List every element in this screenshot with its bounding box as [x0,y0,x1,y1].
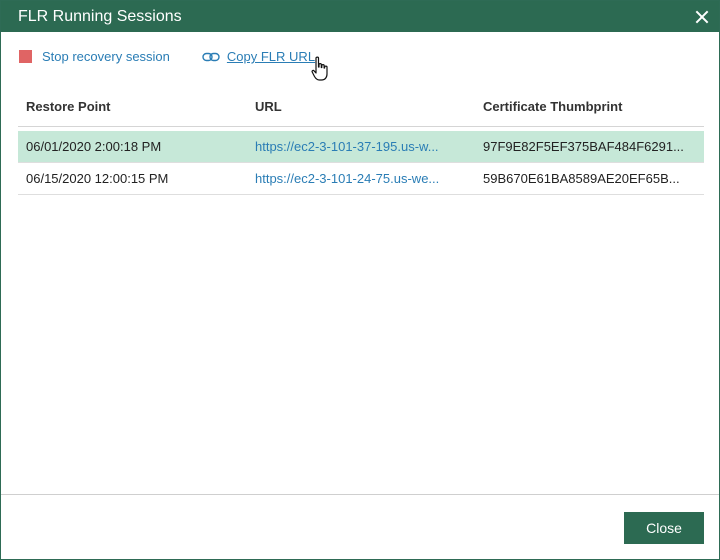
column-header-certificate-thumbprint[interactable]: Certificate Thumbprint [475,99,704,114]
stop-recovery-session-label: Stop recovery session [42,49,170,64]
column-header-url[interactable]: URL [247,99,475,114]
dialog-footer: Close [1,494,719,559]
restore-point-cell: 06/01/2020 2:00:18 PM [26,139,162,154]
copy-flr-url-label: Copy FLR URL [226,49,316,64]
sessions-table: Restore Point URL Certificate Thumbprint… [18,95,704,195]
stop-recovery-session-button[interactable]: Stop recovery session [19,49,170,64]
url-cell[interactable]: https://ec2-3-101-24-75.us-we... [247,171,475,186]
title-bar: FLR Running Sessions [1,1,719,32]
toolbar: Stop recovery session Copy FLR URL [19,49,315,64]
copy-flr-url-button[interactable]: Copy FLR URL [202,49,315,64]
column-header-restore-point[interactable]: Restore Point [18,99,247,114]
thumbprint-cell: 97F9E82F5EF375BAF484F6291... [483,139,684,154]
url-cell[interactable]: https://ec2-3-101-37-195.us-w... [247,139,475,154]
table-header: Restore Point URL Certificate Thumbprint [18,95,704,117]
link-icon [202,52,220,61]
close-icon[interactable] [695,10,709,24]
stop-icon [19,50,32,63]
dialog-title: FLR Running Sessions [18,7,182,25]
table-row[interactable]: 06/15/2020 12:00:15 PM https://ec2-3-101… [18,163,704,195]
close-button[interactable]: Close [624,512,704,544]
restore-point-cell: 06/15/2020 12:00:15 PM [26,171,169,186]
header-divider [18,126,704,127]
hand-cursor-icon [311,56,328,81]
thumbprint-cell: 59B670E61BA8589AE20EF65B... [483,171,680,186]
flr-sessions-dialog: FLR Running Sessions Stop recovery sessi… [0,0,720,560]
table-row[interactable]: 06/01/2020 2:00:18 PM https://ec2-3-101-… [18,131,704,163]
